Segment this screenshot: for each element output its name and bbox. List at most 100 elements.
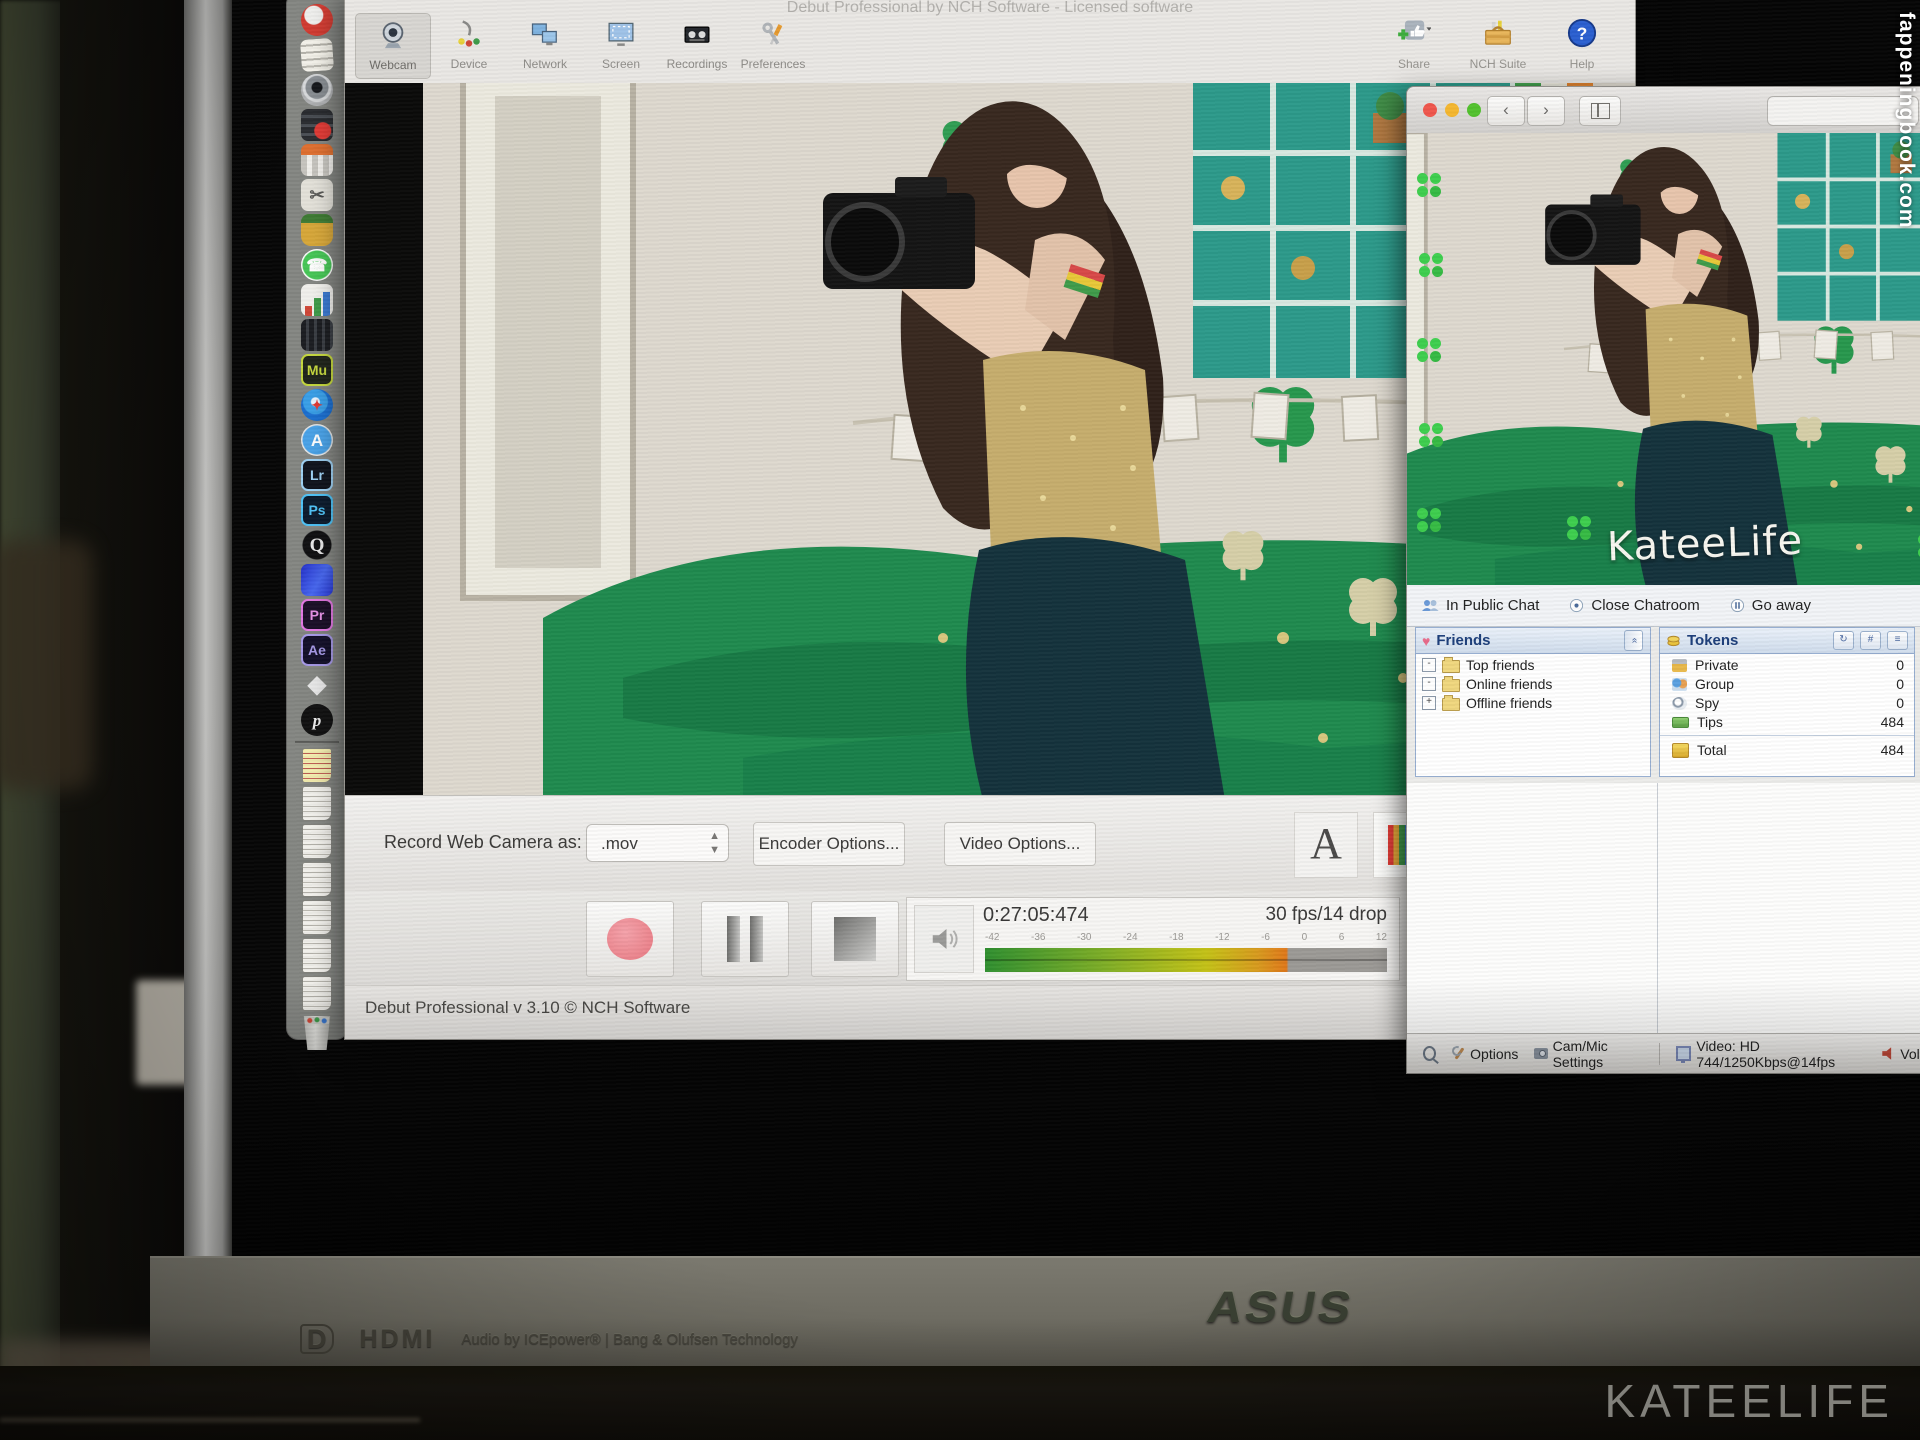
refresh-button[interactable]: ↻	[1833, 631, 1854, 650]
separator	[1659, 1043, 1660, 1065]
chat-titlebar[interactable]: ‹ ›	[1407, 87, 1920, 134]
status-label: Video: HD 744/1250Kbps@14fps	[1696, 1038, 1866, 1070]
tokens-header[interactable]: Tokens ↻ # ≡	[1660, 628, 1914, 654]
processing-icon[interactable]: p	[301, 704, 333, 736]
zoom-traffic-light[interactable]	[1467, 103, 1481, 117]
tree-expander[interactable]: -	[1422, 677, 1436, 691]
adobe-photoshop-icon[interactable]: Ps	[301, 494, 333, 526]
whatsapp-icon[interactable]: ☎	[301, 249, 333, 281]
cocktail-pineapple-app-icon[interactable]	[301, 214, 333, 246]
nch-suite-button[interactable]: NCH Suite	[1461, 13, 1535, 79]
minimized-document[interactable]	[302, 976, 332, 1011]
meter-tick-label: -30	[1077, 932, 1091, 943]
magnifier-icon[interactable]	[1423, 1046, 1436, 1061]
record-button[interactable]	[586, 901, 674, 977]
heart-icon: ♥	[1422, 633, 1430, 649]
speaker-mute-button[interactable]	[914, 905, 974, 973]
video-options-button[interactable]: Video Options...	[944, 822, 1096, 866]
collapse-button[interactable]: «	[1624, 630, 1643, 651]
help-question-icon: ?	[1567, 18, 1597, 53]
tab-preferences[interactable]: Preferences	[735, 13, 811, 79]
coins-icon	[1666, 633, 1681, 648]
shopping-scissors-app-icon[interactable]: ✂	[301, 179, 333, 211]
tree-expander[interactable]: -	[1422, 658, 1436, 672]
safari-icon[interactable]: ✦	[301, 389, 333, 421]
trash-icon[interactable]	[302, 1016, 332, 1050]
friends-panel: ♥ Friends « -Top friends-Online friends+…	[1415, 627, 1651, 777]
stop-button[interactable]	[811, 901, 899, 977]
minimized-document[interactable]	[302, 824, 332, 859]
bar-chart-app-icon[interactable]	[301, 284, 333, 316]
meter-tick-label: -6	[1261, 932, 1270, 943]
format-select[interactable]: .mov ▲▼	[586, 824, 729, 862]
adobe-after-effects-icon[interactable]: Ae	[301, 634, 333, 666]
video-status: Video: HD 744/1250Kbps@14fps	[1676, 1038, 1866, 1070]
stepper-chevrons-icon[interactable]: ▲▼	[709, 829, 720, 857]
blue-3d-app-icon[interactable]	[301, 564, 333, 596]
meter-tick-label: -36	[1031, 932, 1045, 943]
tool-label: Help	[1570, 57, 1595, 71]
dock: ✂ ☎ Mu✦ALrPsQ PrAe◆p	[286, 0, 348, 1040]
tool-label: Share	[1398, 57, 1430, 71]
friends-group-row[interactable]: + Offline friends	[1416, 692, 1650, 711]
displayport-logo: D	[300, 1324, 334, 1354]
encoder-options-button[interactable]: Encoder Options...	[753, 822, 905, 866]
tab-device[interactable]: Device	[431, 13, 507, 79]
text-overlay-button[interactable]: A	[1294, 812, 1358, 878]
friends-group-label: Offline friends	[1466, 695, 1552, 711]
network-monitors-icon	[530, 19, 560, 54]
notes-app-icon[interactable]	[300, 38, 334, 72]
tab-label: Recordings	[667, 57, 728, 71]
minimized-document[interactable]	[302, 900, 332, 935]
adobe-muse-icon[interactable]: Mu	[301, 354, 333, 386]
adobe-lightroom-icon[interactable]: Lr	[301, 459, 333, 491]
tab-network[interactable]: Network	[507, 13, 583, 79]
tokens-row: Private0	[1660, 654, 1914, 673]
back-button[interactable]: ‹	[1487, 96, 1525, 126]
chat-message-area[interactable]	[1407, 783, 1920, 1033]
asus-logo: ASUS	[1204, 1282, 1358, 1333]
tab-screen[interactable]: Screen	[583, 13, 659, 79]
volume-control[interactable]: Volume	[1882, 1046, 1920, 1062]
minimized-document[interactable]	[302, 748, 332, 783]
go-away-button[interactable]: Go away	[1730, 597, 1811, 614]
unity-icon[interactable]: ◆	[301, 669, 333, 701]
quicktime-icon[interactable]: Q	[301, 529, 333, 561]
tokens-row: Spy0	[1660, 692, 1914, 711]
cam-watermark: KateeLife	[1606, 518, 1804, 571]
minimized-document[interactable]	[302, 862, 332, 897]
screen-recorder-app-icon[interactable]	[301, 109, 333, 141]
tab-recordings[interactable]: Recordings	[659, 13, 735, 79]
friends-group-row[interactable]: -Online friends	[1416, 673, 1650, 692]
tree-expander[interactable]: +	[1422, 696, 1436, 710]
friends-group-row[interactable]: -Top friends	[1416, 654, 1650, 673]
minimize-traffic-light[interactable]	[1445, 103, 1459, 117]
record-dot-icon	[607, 918, 653, 960]
app-store-icon[interactable]: A	[301, 424, 333, 456]
stats-button[interactable]: #	[1860, 631, 1881, 650]
share-button[interactable]: Share	[1377, 13, 1451, 79]
sidebar-toggle-button[interactable]	[1579, 96, 1621, 126]
side-panels: ♥ Friends « -Top friends-Online friends+…	[1407, 627, 1920, 783]
adobe-premiere-icon[interactable]: Pr	[301, 599, 333, 631]
lock-icon	[1672, 659, 1687, 672]
pause-button[interactable]	[701, 901, 789, 977]
forward-button[interactable]: ›	[1527, 96, 1565, 126]
in-public-chat-button[interactable]: In Public Chat	[1421, 597, 1539, 614]
options-button[interactable]: Options	[1452, 1046, 1518, 1062]
screen-capture-icon	[606, 19, 636, 54]
list-button[interactable]: ≡	[1887, 631, 1908, 650]
minimized-document[interactable]	[302, 786, 332, 821]
friends-header[interactable]: ♥ Friends «	[1416, 628, 1650, 654]
help-button[interactable]: ? Help	[1545, 13, 1619, 79]
red-media-app-icon[interactable]	[301, 4, 333, 36]
wrench-icon	[1452, 1047, 1465, 1060]
tab-webcam[interactable]: Webcam	[355, 13, 431, 79]
close-chatroom-button[interactable]: Close Chatroom	[1569, 597, 1699, 614]
video-editor-app-icon[interactable]	[301, 319, 333, 351]
webcam-app-icon[interactable]	[301, 74, 333, 106]
cam-mic-settings-button[interactable]: Cam/Mic Settings	[1534, 1038, 1643, 1070]
minimized-document[interactable]	[302, 938, 332, 973]
calculator-app-icon[interactable]	[301, 144, 333, 176]
close-traffic-light[interactable]	[1423, 103, 1437, 117]
